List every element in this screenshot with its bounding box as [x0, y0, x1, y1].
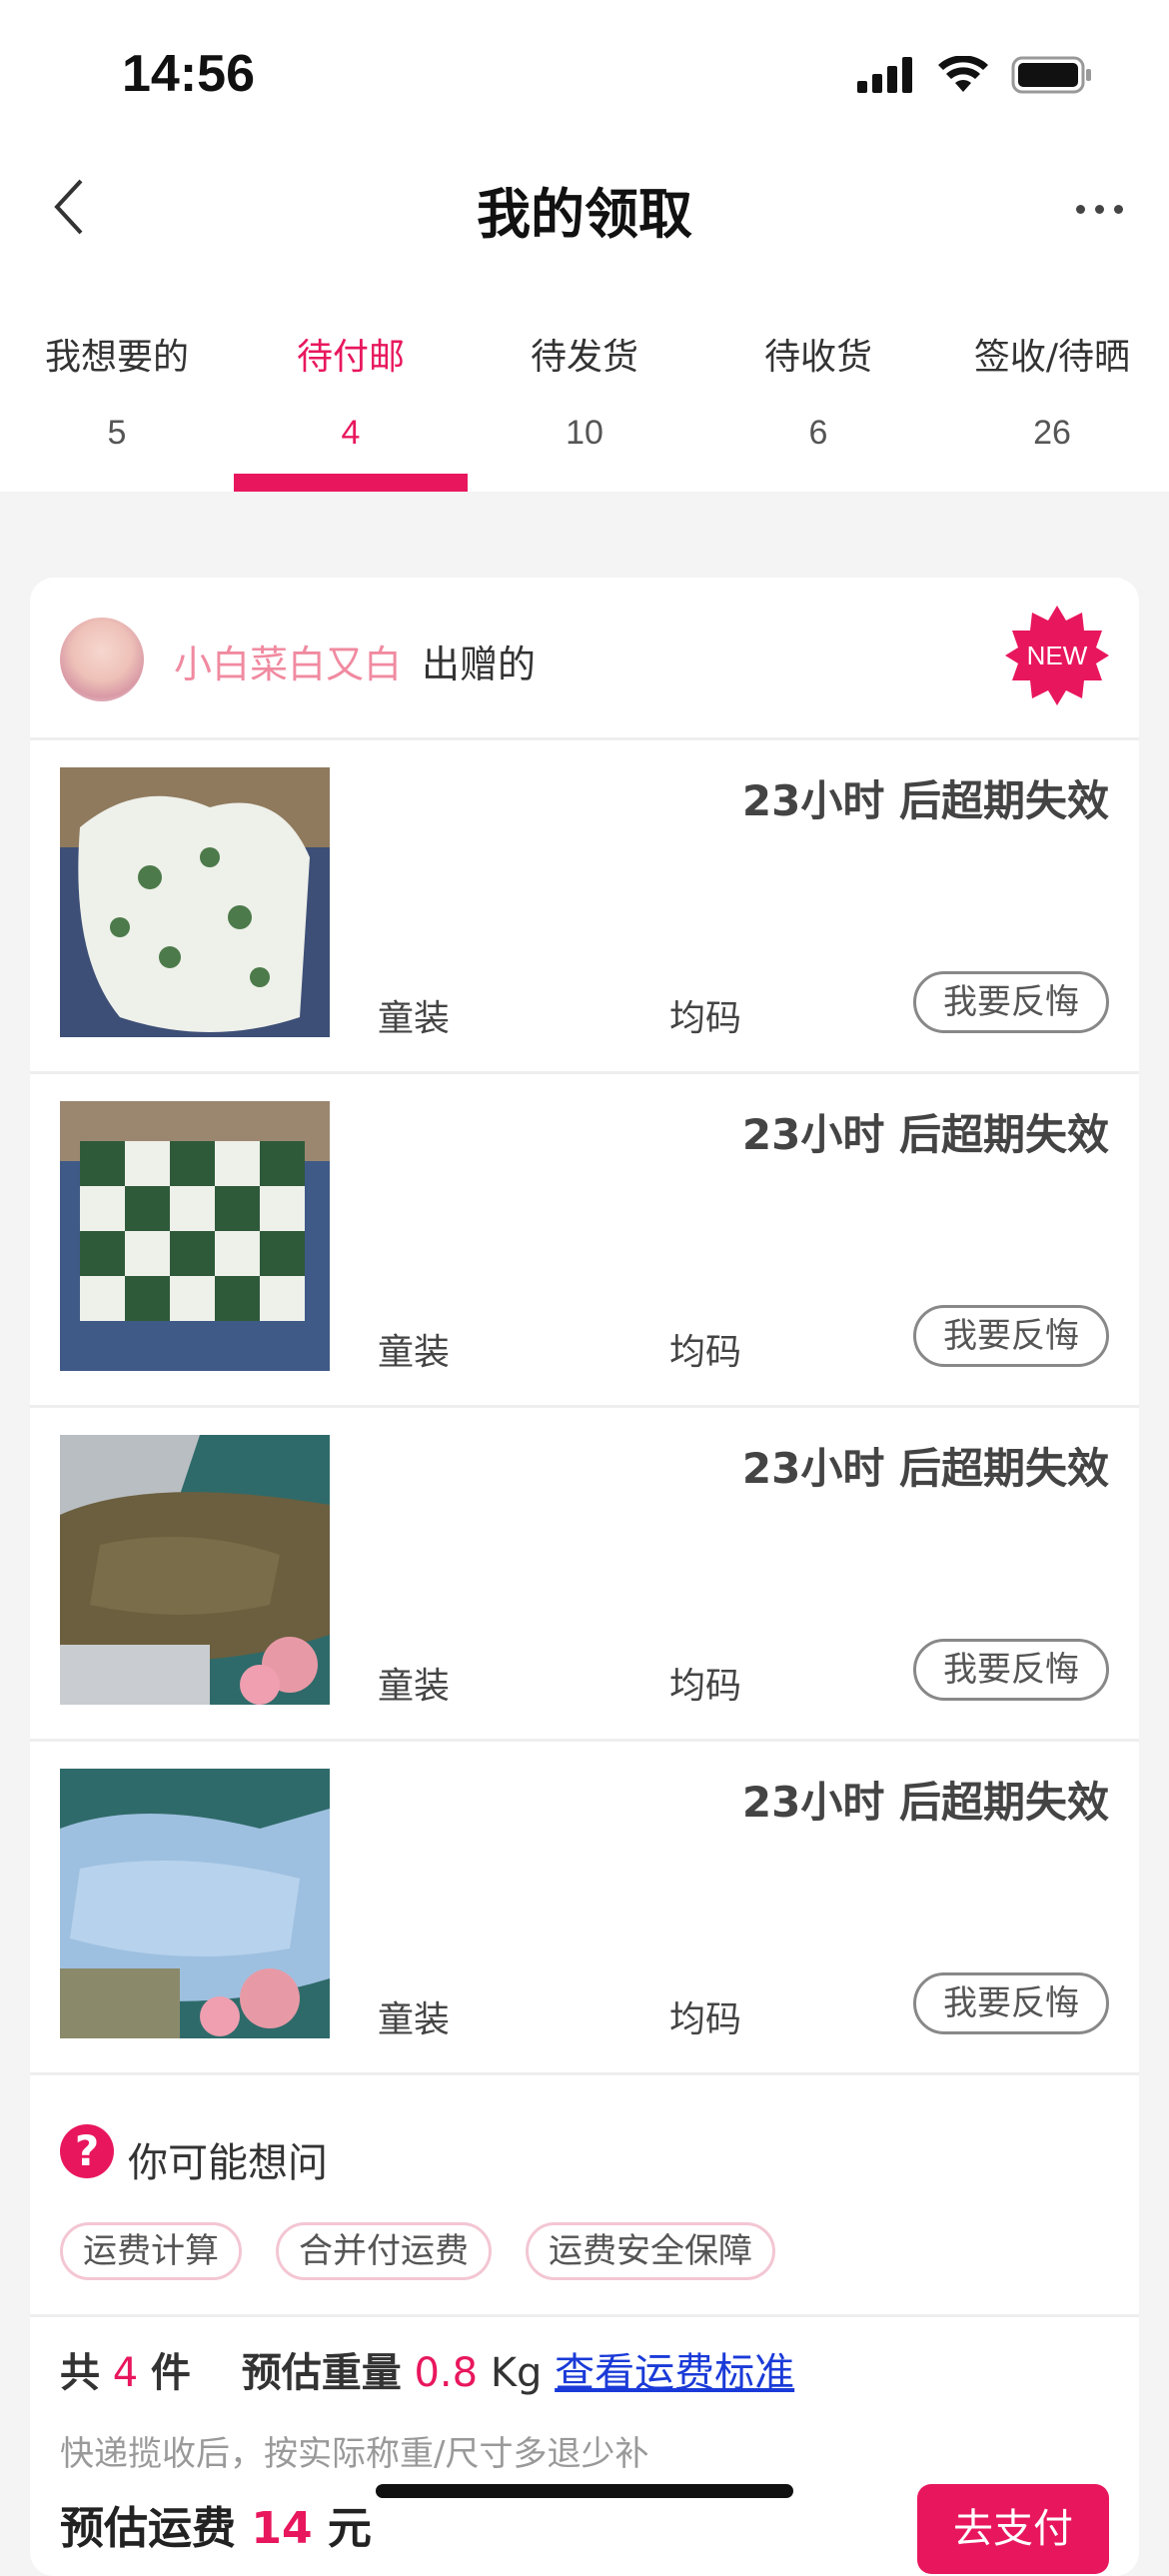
- total-unit: 件: [150, 2350, 191, 2396]
- refund-note: 快递揽收后，按实际称重/尺寸多退少补: [60, 2434, 649, 2474]
- tab-label: 待付邮: [296, 337, 405, 378]
- tab-count: 26: [1033, 414, 1071, 452]
- total-count: 4: [112, 2350, 139, 2396]
- faq-title: 你可能想问: [128, 2140, 328, 2186]
- tab-label: 待发货: [530, 337, 638, 378]
- regret-button[interactable]: 我要反悔: [913, 1972, 1109, 2034]
- item-category: 童装: [378, 1666, 451, 1707]
- order-card: 小白菜白又白 出赠的 NEW 23小时 后超期失效 童装 均码 我要反悔 23小…: [30, 578, 1139, 2576]
- battery-icon: [1011, 56, 1091, 94]
- freight-unit: 元: [327, 2503, 372, 2554]
- total-prefix: 共: [60, 2350, 100, 2396]
- wifi-icon: [938, 56, 988, 92]
- question-icon: ?: [60, 2124, 114, 2178]
- status-time: 14:56: [122, 45, 255, 103]
- expire-countdown: 23小时 后超期失效: [741, 1444, 1109, 1493]
- faq-chip-shipping-calc[interactable]: 运费计算: [60, 2222, 242, 2280]
- gift-item[interactable]: 23小时 后超期失效 童装 均码 我要反悔: [30, 737, 1139, 1074]
- item-photo: [60, 1769, 330, 2038]
- regret-button[interactable]: 我要反悔: [913, 971, 1109, 1033]
- gift-item[interactable]: 23小时 后超期失效 童装 均码 我要反悔: [30, 1071, 1139, 1408]
- more-dots-icon: [1075, 204, 1085, 214]
- tab-want[interactable]: 我想要的 5: [0, 260, 234, 492]
- tab-pending-shipment[interactable]: 待发货 10: [468, 260, 701, 492]
- item-thumbnail[interactable]: [60, 1435, 330, 1705]
- tab-pending-postage[interactable]: 待付邮 4: [234, 260, 468, 492]
- avatar[interactable]: [60, 618, 144, 701]
- giver-suffix: 出赠的: [422, 643, 537, 686]
- item-size: 均码: [669, 998, 742, 1039]
- item-category: 童装: [378, 1999, 451, 2040]
- expire-countdown: 23小时 后超期失效: [741, 1778, 1109, 1827]
- expire-countdown: 23小时 后超期失效: [741, 1110, 1109, 1159]
- tab-active-indicator: [234, 474, 468, 492]
- tab-label: 我想要的: [44, 337, 189, 378]
- weight-value: 0.8: [414, 2350, 479, 2396]
- faq-section: ? 你可能想问 运费计算 合并付运费 运费安全保障: [30, 2082, 1139, 2317]
- item-size: 均码: [669, 1999, 742, 2040]
- gift-item[interactable]: 23小时 后超期失效 童装 均码 我要反悔: [30, 1405, 1139, 1742]
- more-button[interactable]: [1059, 174, 1139, 244]
- gift-item[interactable]: 23小时 后超期失效 童装 均码 我要反悔: [30, 1739, 1139, 2075]
- regret-button[interactable]: 我要反悔: [913, 1639, 1109, 1701]
- item-category: 童装: [378, 1332, 451, 1373]
- weight-label: 预估重量: [241, 2350, 402, 2396]
- order-summary: 共 4 件 预估重量 0.8 Kg 查看运费标准 快递揽收后，按实际称重/尺寸多…: [30, 2314, 1139, 2574]
- status-icons: [857, 56, 1093, 94]
- summary-line: 共 4 件 预估重量 0.8 Kg 查看运费标准: [60, 2340, 794, 2398]
- tab-bar: 我想要的 5 待付邮 4 待发货 10 待收货 6 签收/待晒 26: [0, 260, 1169, 492]
- tab-count: 4: [341, 414, 361, 452]
- new-badge-text: NEW: [1027, 641, 1088, 670]
- signal-icon: [857, 57, 912, 93]
- regret-button[interactable]: 我要反悔: [913, 1305, 1109, 1367]
- tab-label: 签收/待晒: [973, 337, 1131, 378]
- faq-chips: 运费计算 合并付运费 运费安全保障: [60, 2222, 775, 2280]
- item-size: 均码: [669, 1332, 742, 1373]
- tab-count: 6: [808, 414, 828, 452]
- page-title: 我的领取: [477, 183, 692, 246]
- shipping-standard-link[interactable]: 查看运费标准: [555, 2350, 794, 2396]
- item-thumbnail[interactable]: [60, 767, 330, 1037]
- tab-signed-review[interactable]: 签收/待晒 26: [935, 260, 1169, 492]
- new-badge-icon: NEW: [1005, 606, 1109, 705]
- faq-chip-postage-safety[interactable]: 运费安全保障: [526, 2222, 775, 2280]
- tab-count: 5: [107, 414, 127, 452]
- expire-countdown: 23小时 后超期失效: [741, 776, 1109, 825]
- freight-label: 预估运费: [60, 2503, 236, 2554]
- item-thumbnail[interactable]: [60, 1101, 330, 1371]
- nav-bar: 我的领取: [0, 150, 1169, 260]
- pay-button[interactable]: 去支付: [917, 2484, 1109, 2574]
- freight-value: 14: [251, 2503, 313, 2554]
- giver-name[interactable]: 小白菜白又白: [174, 634, 402, 688]
- tab-label: 待收货: [763, 337, 872, 378]
- faq-chip-combine-postage[interactable]: 合并付运费: [276, 2222, 492, 2280]
- weight-unit: Kg: [490, 2350, 543, 2396]
- item-thumbnail[interactable]: [60, 1769, 330, 2038]
- item-category: 童装: [378, 998, 451, 1039]
- item-photo: [60, 767, 330, 1037]
- tab-count: 10: [566, 414, 603, 452]
- tab-pending-receipt[interactable]: 待收货 6: [701, 260, 935, 492]
- giver-header[interactable]: 小白菜白又白 出赠的 NEW: [30, 578, 1139, 740]
- home-indicator[interactable]: [376, 2484, 793, 2498]
- item-size: 均码: [669, 1666, 742, 1707]
- freight-line: 预估运费 14 元: [60, 2492, 372, 2556]
- item-photo: [60, 1101, 330, 1371]
- status-bar: 14:56: [0, 0, 1169, 150]
- item-photo: [60, 1435, 330, 1705]
